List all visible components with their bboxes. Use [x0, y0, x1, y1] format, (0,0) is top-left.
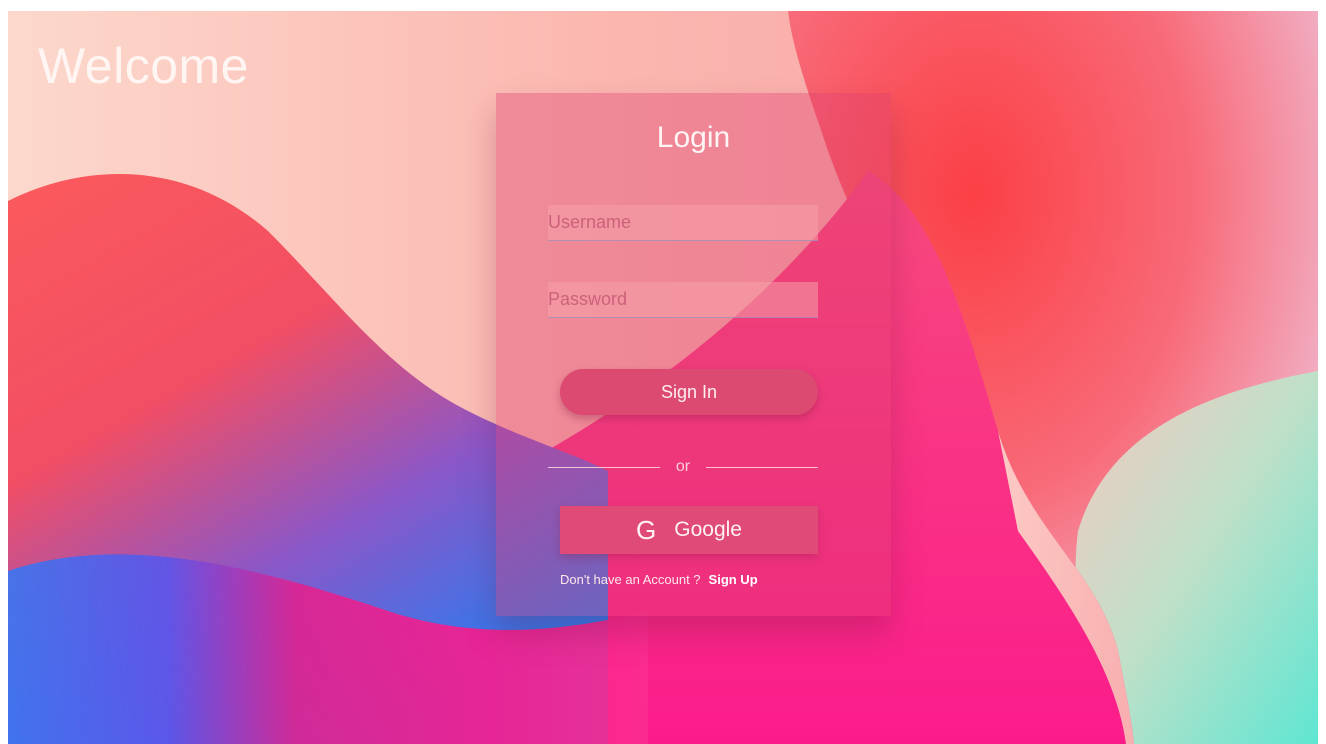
sign-up-link[interactable]: Sign Up	[709, 572, 758, 587]
divider-line-right	[706, 466, 819, 468]
or-divider: or	[548, 457, 819, 477]
no-account-text: Don't have an Account ?	[560, 572, 701, 587]
login-card: Login Sign In or G Google Don't have an …	[496, 93, 891, 616]
divider-text: or	[675, 458, 691, 475]
login-title: Login	[656, 121, 731, 154]
sign-in-button[interactable]: Sign In	[560, 369, 818, 415]
username-input[interactable]	[548, 205, 818, 241]
welcome-heading: Welcome	[38, 38, 249, 94]
google-signin-button[interactable]: G Google	[560, 506, 818, 554]
signup-row: Don't have an Account ? Sign Up	[560, 572, 830, 587]
divider-line-left	[548, 466, 660, 468]
password-input[interactable]	[548, 282, 818, 318]
background-frame: Welcome Login Sign In or G Google Don't …	[8, 11, 1318, 744]
sign-in-label: Sign In	[660, 381, 718, 402]
google-icon: G	[636, 514, 657, 545]
google-label: Google	[674, 518, 742, 541]
